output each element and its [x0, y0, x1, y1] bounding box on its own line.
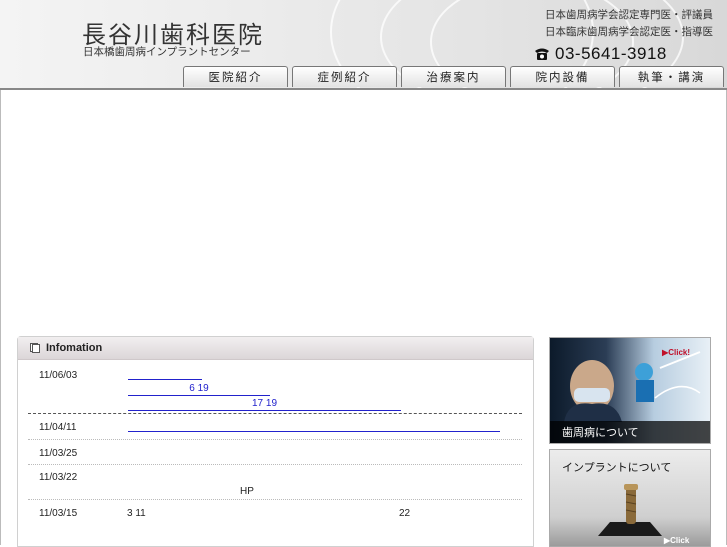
click-hint: ▶Click [664, 536, 690, 545]
news-date: 11/03/25 [39, 448, 78, 459]
list-item: 11/04/11 [28, 414, 522, 440]
news-date: 11/03/22 [39, 472, 78, 483]
information-panel: Infomation 11/06/03 6 19 17 19 11/04/11 … [17, 336, 534, 547]
certification-line-1: 日本歯周病学会認定専門医・評議員 [545, 9, 713, 21]
list-item: 11/03/15 3 11 22 [28, 500, 522, 526]
news-link[interactable]: 17 19 [128, 398, 401, 411]
news-link[interactable] [128, 419, 500, 432]
nav-tab-writing-lectures[interactable]: 執筆・講演 [619, 66, 724, 87]
periodontal-label: 歯周病について [550, 421, 710, 443]
site-subtitle: 日本橋歯周病インプラントセンター [83, 46, 251, 58]
phone-number: 03-5641-3918 [555, 44, 667, 63]
document-icon [30, 343, 40, 353]
news-link[interactable] [128, 367, 202, 380]
news-text: 3 11 [127, 508, 146, 519]
implant-photo [598, 484, 662, 536]
periodontal-banner[interactable]: ▶Click! 歯周病について [549, 337, 711, 444]
nav-tab-facilities[interactable]: 院内設備 [510, 66, 615, 87]
list-item: 11/03/22 HP [28, 465, 522, 500]
news-date: 11/03/15 [39, 508, 78, 519]
news-link[interactable]: 6 19 [128, 383, 270, 396]
main-nav: 医院紹介 症例紹介 治療案内 院内設備 執筆・講演 [183, 66, 727, 87]
information-header: Infomation [18, 337, 533, 360]
site-header: 長谷川歯科医院 日本橋歯周病インプラントセンター 日本歯周病学会認定専門医・評議… [0, 0, 727, 90]
certification-line-2: 日本臨床歯周病学会認定医・指導医 [545, 26, 713, 38]
news-date: 11/06/03 [39, 370, 78, 381]
news-text: 22 [399, 508, 411, 519]
information-title: Infomation [46, 342, 103, 354]
list-item: 11/06/03 6 19 17 19 [28, 360, 522, 414]
nav-tab-clinic-intro[interactable]: 医院紹介 [183, 66, 288, 87]
phone-number-block: 03-5641-3918 [534, 44, 667, 64]
nav-tab-case-studies[interactable]: 症例紹介 [292, 66, 397, 87]
list-item: 11/03/25 [28, 440, 522, 465]
implant-banner[interactable]: インプラントについて ▶Click [549, 449, 711, 547]
phone-icon [535, 48, 549, 60]
click-hint: ▶Click! [662, 348, 690, 357]
news-text: HP [240, 486, 254, 497]
nav-tab-treatment-guide[interactable]: 治療案内 [401, 66, 506, 87]
news-date: 11/04/11 [39, 422, 77, 433]
